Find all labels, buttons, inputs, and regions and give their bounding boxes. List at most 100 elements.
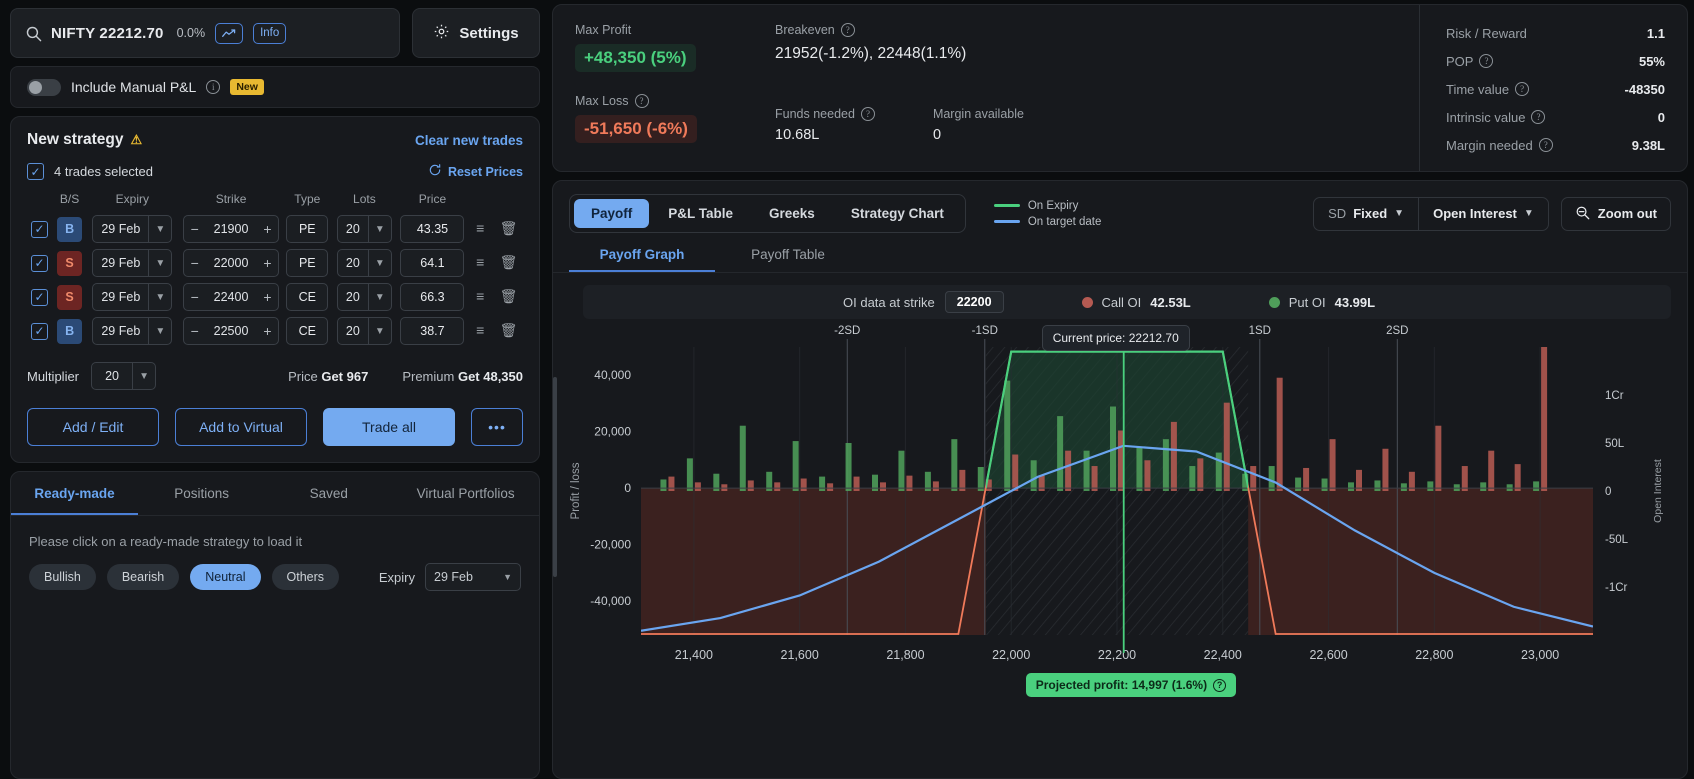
trades-header-row: B/S Expiry Strike Type Lots Price xyxy=(27,188,523,212)
strike-stepper[interactable]: −21900 + xyxy=(182,215,280,243)
option-type-toggle[interactable]: PE xyxy=(286,249,329,277)
list-menu-icon[interactable]: ≡ xyxy=(476,254,484,270)
tab-virtual-portfolios[interactable]: Virtual Portfolios xyxy=(392,472,539,515)
price-input[interactable]: 43.35 xyxy=(400,215,465,243)
option-type-toggle[interactable]: PE xyxy=(286,215,329,243)
help-icon[interactable]: ? xyxy=(634,94,649,108)
lots-select[interactable]: 20 ▼ xyxy=(336,283,392,311)
expiry-select[interactable]: 29 Feb ▼ xyxy=(92,249,173,277)
row-checkbox[interactable]: ✓ xyxy=(31,254,49,272)
strike-stepper[interactable]: −22400 + xyxy=(182,283,280,311)
payoff-chart-svg[interactable]: -2SD -1SD 1SD 2SD -40,000 -20,000 0 20,000 40,00… xyxy=(553,325,1683,725)
chart-scrollbar[interactable] xyxy=(553,377,557,577)
trash-icon[interactable]: 🗑 xyxy=(500,220,518,236)
row-checkbox[interactable]: ✓ xyxy=(31,322,49,340)
more-options-button[interactable]: ••• xyxy=(471,408,523,446)
segment-greeks[interactable]: Greeks xyxy=(752,199,832,228)
trash-icon[interactable]: 🗑 xyxy=(500,322,518,338)
strike-decrement-button[interactable]: − xyxy=(184,283,206,311)
expiry-select[interactable]: 29 Feb ▼ xyxy=(92,283,173,311)
bs-toggle[interactable]: B xyxy=(57,318,83,344)
oi-strike-value[interactable]: 22200 xyxy=(944,291,1004,313)
strike-stepper[interactable]: −22000 + xyxy=(182,249,280,277)
strike-increment-button[interactable]: + xyxy=(256,249,278,277)
strike-increment-button[interactable]: + xyxy=(256,215,278,243)
open-interest-select[interactable]: Open Interest ▼ xyxy=(1418,197,1548,230)
settings-button[interactable]: Settings xyxy=(412,8,540,58)
segment-strategy-chart[interactable]: Strategy Chart xyxy=(834,199,961,228)
row-checkbox[interactable]: ✓ xyxy=(31,288,49,306)
trash-icon[interactable]: 🗑 xyxy=(500,254,518,270)
row-checkbox-cell: ✓ xyxy=(27,246,52,280)
add-to-virtual-button[interactable]: Add to Virtual xyxy=(175,408,307,446)
chip-neutral[interactable]: Neutral xyxy=(190,564,261,590)
chip-bullish[interactable]: Bullish xyxy=(29,564,96,590)
lots-select[interactable]: 20 ▼ xyxy=(336,249,392,277)
payoff-plot[interactable]: -2SD -1SD 1SD 2SD -40,000 -20,000 0 20,000 40,00… xyxy=(553,325,1687,778)
reset-prices-button[interactable]: Reset Prices xyxy=(428,163,523,180)
table-row: ✓ S 29 Feb ▼ −22400 + CE 20 ▼ 66.3 ≡ 🗑 xyxy=(27,280,523,314)
row-lots-cell: 20 ▼ xyxy=(330,280,399,314)
tab-ready-made[interactable]: Ready-made xyxy=(11,472,139,515)
row-price-cell: 64.1 xyxy=(399,246,467,280)
tab-positions[interactable]: Positions xyxy=(138,472,265,515)
price-input[interactable]: 66.3 xyxy=(400,283,465,311)
multiplier-select[interactable]: 20 ▼ xyxy=(91,362,157,390)
strike-stepper[interactable]: −22500 + xyxy=(182,317,280,345)
subtab-payoff-graph[interactable]: Payoff Graph xyxy=(569,243,715,272)
help-icon[interactable]: ? xyxy=(1515,82,1530,96)
bs-toggle[interactable]: S xyxy=(57,284,83,310)
bs-toggle[interactable]: B xyxy=(57,216,83,242)
list-menu-icon[interactable]: ≡ xyxy=(476,322,484,338)
trash-icon[interactable]: 🗑 xyxy=(500,288,518,304)
bs-toggle[interactable]: S xyxy=(57,250,83,276)
strike-increment-button[interactable]: + xyxy=(256,317,278,345)
sd-select[interactable]: SD Fixed ▼ xyxy=(1314,198,1418,230)
info-icon[interactable]: i xyxy=(206,80,221,94)
row-checkbox[interactable]: ✓ xyxy=(31,220,49,238)
select-all-checkbox[interactable]: ✓ xyxy=(27,163,44,180)
strike-decrement-button[interactable]: − xyxy=(184,215,206,243)
segment-payoff[interactable]: Payoff xyxy=(574,199,650,228)
strike-increment-button[interactable]: + xyxy=(256,283,278,311)
multiplier-label: Multiplier xyxy=(27,368,80,384)
metric-value: 55% xyxy=(1638,53,1665,69)
strike-decrement-button[interactable]: − xyxy=(184,317,206,345)
help-icon[interactable]: ? xyxy=(1531,110,1546,124)
svg-text:2SD: 2SD xyxy=(1386,325,1408,337)
expiry-select[interactable]: 29 Feb ▼ xyxy=(425,563,521,591)
price-input[interactable]: 38.7 xyxy=(400,317,465,345)
option-type-toggle[interactable]: CE xyxy=(286,283,329,311)
help-icon[interactable]: ? xyxy=(1213,678,1227,692)
zoom-out-button[interactable]: Zoom out xyxy=(1560,196,1671,231)
strike-decrement-button[interactable]: − xyxy=(184,249,206,277)
price-input[interactable]: 64.1 xyxy=(400,249,465,277)
max-loss-label: Max Loss xyxy=(575,94,629,108)
help-icon[interactable]: ? xyxy=(1479,54,1494,68)
trend-up-icon[interactable] xyxy=(215,22,244,44)
tab-saved[interactable]: Saved xyxy=(265,472,392,515)
segment-p-l-table[interactable]: P&L Table xyxy=(651,199,750,228)
row-lots-cell: 20 ▼ xyxy=(330,246,399,280)
chip-others[interactable]: Others xyxy=(271,564,340,590)
list-menu-icon[interactable]: ≡ xyxy=(476,288,484,304)
col-type: Type xyxy=(294,192,321,206)
add-edit-button[interactable]: Add / Edit xyxy=(27,408,159,446)
trade-all-button[interactable]: Trade all xyxy=(323,408,455,446)
manual-pnl-toggle[interactable] xyxy=(27,78,61,96)
list-menu-icon[interactable]: ≡ xyxy=(476,220,484,236)
lots-select[interactable]: 20 ▼ xyxy=(336,215,392,243)
lots-select[interactable]: 20 ▼ xyxy=(336,317,392,345)
expiry-select[interactable]: 29 Feb ▼ xyxy=(92,317,173,345)
chip-bearish[interactable]: Bearish xyxy=(106,564,180,590)
help-icon[interactable]: ? xyxy=(860,107,875,121)
search-input[interactable]: NIFTY 22212.70 0.0% Info xyxy=(10,8,400,58)
chart-toolbar: Payoff P&L Table Greeks Strategy Chart On E… xyxy=(553,181,1687,233)
subtab-payoff-table[interactable]: Payoff Table xyxy=(715,243,861,272)
info-button[interactable]: Info xyxy=(253,22,287,44)
clear-new-trades-button[interactable]: Clear new trades xyxy=(415,133,523,148)
option-type-toggle[interactable]: CE xyxy=(286,317,329,345)
help-icon[interactable]: ? xyxy=(840,23,855,37)
help-icon[interactable]: ? xyxy=(1538,138,1553,152)
expiry-select[interactable]: 29 Feb ▼ xyxy=(92,215,173,243)
